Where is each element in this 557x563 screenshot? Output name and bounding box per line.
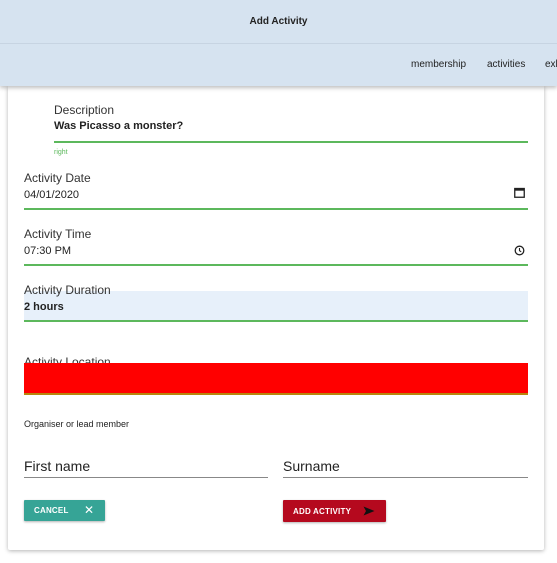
duration-input[interactable]: 2 hours — [24, 301, 64, 313]
date-label: Activity Date — [24, 171, 91, 185]
description-label: Description — [54, 103, 115, 117]
top-nav: membership activities exh — [0, 59, 557, 73]
clock-icon[interactable] — [514, 245, 525, 256]
nav-link-exhibitions[interactable]: exh — [545, 59, 557, 70]
surname-underline — [283, 477, 528, 478]
organiser-label: Organiser or lead member — [24, 419, 130, 429]
time-input[interactable]: 07:30 PM — [24, 245, 71, 257]
add-activity-button[interactable]: ADD ACTIVITY — [283, 500, 386, 522]
duration-underline — [24, 320, 528, 322]
cancel-button[interactable]: CANCEL ✕ — [24, 500, 105, 521]
first-name-underline — [24, 477, 268, 478]
cancel-button-label: CANCEL — [34, 506, 69, 515]
nav-link-activities[interactable]: activities — [487, 59, 525, 70]
time-underline — [24, 264, 528, 266]
date-input[interactable]: 04/01/2020 — [24, 189, 79, 201]
app-bar: Add Activity membership activities exh — [0, 0, 557, 86]
description-hint: right — [54, 149, 68, 156]
location-input[interactable] — [24, 363, 528, 393]
surname-input[interactable]: Surname — [283, 458, 340, 474]
page-title: Add Activity — [249, 16, 308, 27]
date-underline — [24, 208, 528, 210]
appbar-divider — [0, 43, 557, 44]
close-icon: ✕ — [84, 503, 95, 517]
time-label: Activity Time — [24, 227, 92, 241]
description-underline — [54, 141, 528, 143]
location-underline — [24, 393, 528, 395]
duration-label: Activity Duration — [24, 283, 111, 297]
send-icon — [363, 506, 375, 516]
add-activity-button-label: ADD ACTIVITY — [293, 506, 352, 516]
calendar-icon[interactable] — [514, 187, 525, 198]
first-name-input[interactable]: First name — [24, 458, 90, 474]
description-input[interactable]: Was Picasso a monster? — [54, 120, 183, 132]
nav-link-membership[interactable]: membership — [411, 59, 466, 70]
